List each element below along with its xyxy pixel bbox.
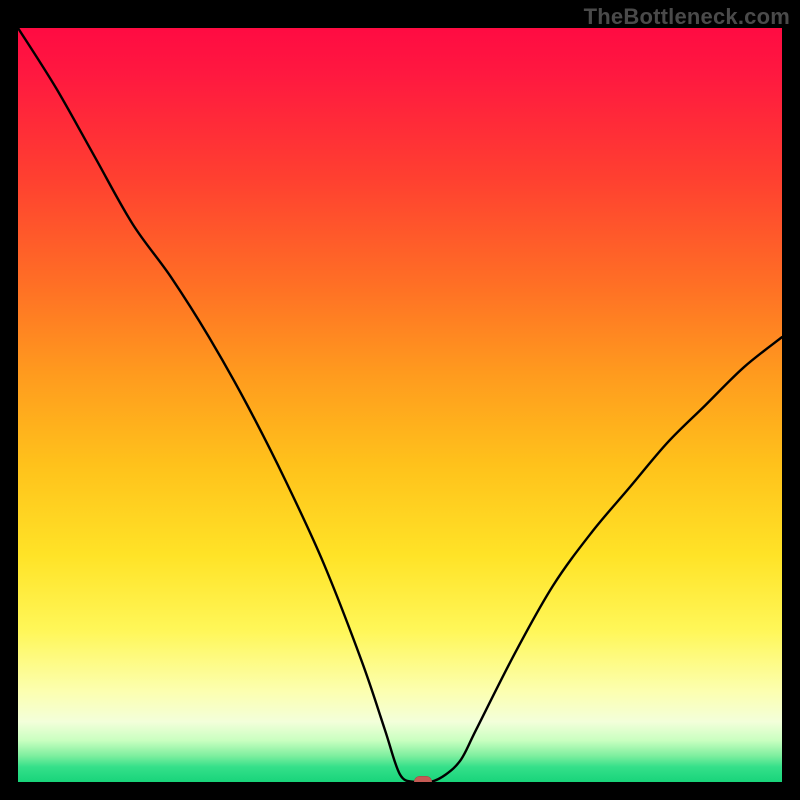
watermark-text: TheBottleneck.com <box>584 4 790 30</box>
chart-frame: TheBottleneck.com <box>0 0 800 800</box>
optimal-point-marker <box>414 776 432 782</box>
curve-svg <box>18 28 782 782</box>
plot-area <box>18 28 782 782</box>
bottleneck-curve-path <box>18 28 782 782</box>
